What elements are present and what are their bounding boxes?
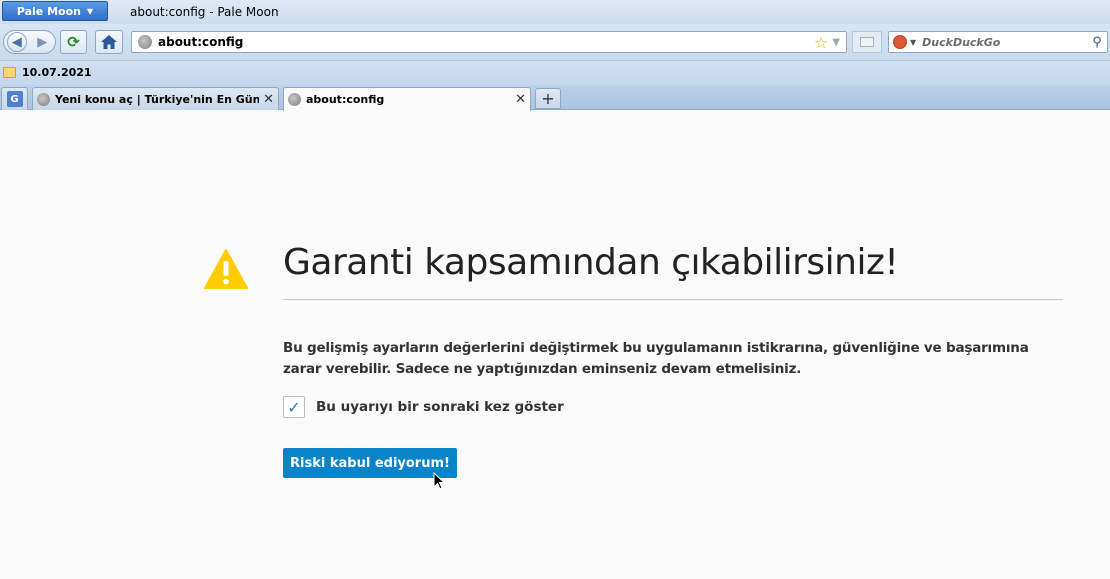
tab-label: about:config bbox=[306, 93, 385, 106]
bookmark-label: 10.07.2021 bbox=[22, 66, 92, 79]
google-translate-icon: G bbox=[6, 91, 23, 107]
warning-description: Bu gelişmiş ayarların değerlerini değişt… bbox=[283, 340, 1029, 377]
app-menu-label: Pale Moon bbox=[16, 4, 81, 18]
reload-button[interactable]: ⟳ bbox=[60, 30, 87, 54]
reload-icon: ⟳ bbox=[67, 33, 80, 51]
title-bar: Pale Moon ▼ about:config - Pale Moon bbox=[0, 0, 1110, 24]
close-icon[interactable]: ✕ bbox=[263, 92, 274, 107]
window-title: about:config - Pale Moon bbox=[130, 5, 279, 19]
url-bar[interactable]: about:config ☆ ▼ bbox=[131, 31, 847, 53]
url-text[interactable]: about:config bbox=[158, 35, 814, 49]
globe-icon bbox=[37, 92, 50, 106]
navigation-toolbar: ◀ ▶ ⟳ about:config ☆ ▼ ▼ DuckDuckGo ⚲ bbox=[0, 24, 1110, 61]
tab-about-config[interactable]: about:config ✕ bbox=[283, 87, 531, 111]
back-icon[interactable]: ◀ bbox=[6, 32, 27, 52]
tab-label: Yeni konu aç | Türkiye'nin En Günc... bbox=[55, 92, 260, 106]
accept-risk-button[interactable]: Riski kabul ediyorum! bbox=[283, 448, 457, 478]
warning-heading: Garanti kapsamından çıkabilirsiniz! bbox=[283, 242, 899, 283]
checkmark-icon: ✓ bbox=[287, 397, 301, 417]
bookmark-folder[interactable]: 10.07.2021 bbox=[3, 66, 92, 79]
reader-view-button[interactable] bbox=[852, 31, 882, 53]
reader-icon bbox=[860, 37, 874, 47]
tab-yeni-konu[interactable]: Yeni konu aç | Türkiye'nin En Günc... ✕ bbox=[32, 87, 279, 110]
star-icon[interactable]: ☆ bbox=[814, 33, 828, 52]
checkbox-label: Bu uyarıyı bir sonraki kez göster bbox=[316, 399, 564, 415]
search-engine-dropdown-icon[interactable]: ▼ bbox=[910, 38, 916, 47]
url-dropdown-icon[interactable]: ▼ bbox=[832, 37, 840, 48]
search-bar[interactable]: ▼ DuckDuckGo ⚲ bbox=[888, 31, 1108, 53]
warning-icon bbox=[204, 249, 248, 289]
globe-icon bbox=[288, 93, 301, 106]
app-menu-button[interactable]: Pale Moon ▼ bbox=[2, 1, 108, 21]
close-icon[interactable]: ✕ bbox=[515, 92, 526, 107]
page-content: Garanti kapsamından çıkabilirsiniz! Bu g… bbox=[0, 111, 1110, 579]
magnifier-icon[interactable]: ⚲ bbox=[1087, 35, 1107, 50]
divider bbox=[283, 299, 1063, 300]
chevron-down-icon: ▼ bbox=[87, 6, 94, 16]
search-input[interactable]: DuckDuckGo bbox=[922, 36, 1087, 49]
tab-strip: G Yeni konu aç | Türkiye'nin En Günc... … bbox=[0, 85, 1110, 111]
globe-icon bbox=[138, 35, 152, 49]
show-warning-checkbox[interactable]: ✓ bbox=[283, 396, 305, 418]
plus-icon: + bbox=[541, 89, 555, 108]
back-forward-group: ◀ ▶ bbox=[3, 30, 56, 54]
bookmarks-toolbar: 10.07.2021 bbox=[0, 61, 1110, 85]
forward-icon[interactable]: ▶ bbox=[32, 32, 52, 52]
folder-icon bbox=[3, 67, 16, 78]
duckduckgo-icon[interactable] bbox=[893, 35, 907, 49]
new-tab-button[interactable]: + bbox=[535, 88, 561, 109]
show-warning-checkbox-row[interactable]: ✓ Bu uyarıyı bir sonraki kez göster bbox=[283, 396, 564, 418]
tab-pinned-google-translate[interactable]: G bbox=[1, 87, 28, 110]
home-button[interactable] bbox=[95, 30, 123, 54]
mouse-cursor-icon bbox=[433, 472, 445, 490]
home-icon bbox=[101, 35, 117, 49]
